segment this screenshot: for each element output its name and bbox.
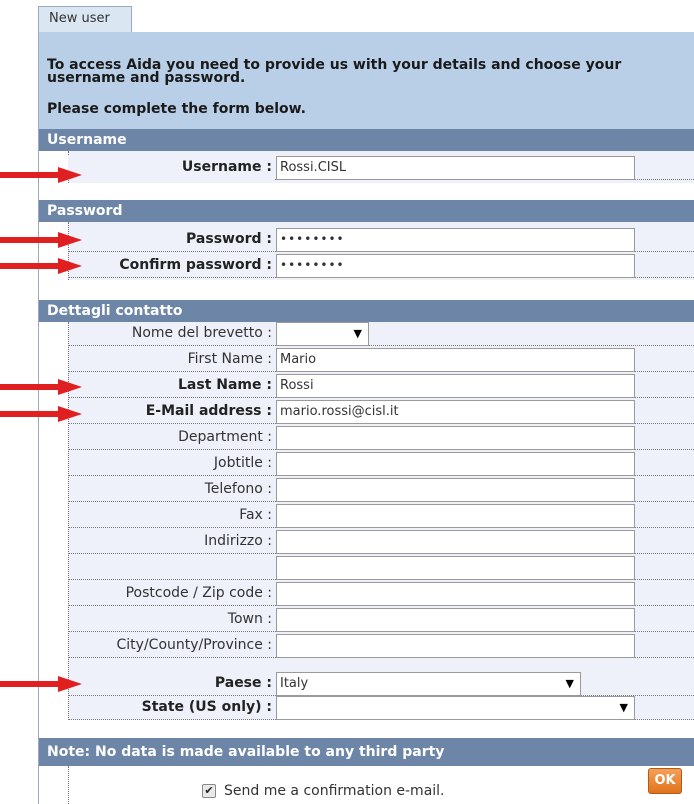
postcode-label: Postcode / Zip code :: [125, 585, 272, 601]
indirizzo-row: Indirizzo :: [68, 530, 694, 554]
arrow-icon: [0, 379, 82, 395]
fax-label: Fax :: [239, 507, 272, 523]
paese-label: Paese :: [214, 675, 272, 691]
arrow-icon: [0, 232, 82, 248]
postcode-row: Postcode / Zip code :: [68, 582, 694, 606]
confirm-password-row: Confirm password : ••••••••: [68, 254, 694, 278]
chevron-down-icon: ▼: [619, 701, 628, 714]
city-input[interactable]: [276, 634, 635, 658]
town-row: Town :: [68, 608, 694, 632]
state-row: State (US only) : ▼: [68, 696, 694, 720]
fax-row: Fax :: [68, 504, 694, 528]
jobtitle-row: Jobtitle :: [68, 452, 694, 476]
email-label: E-Mail address :: [145, 403, 272, 419]
password-input[interactable]: ••••••••: [276, 228, 635, 252]
paese-row: Paese : Italy ▼: [68, 672, 694, 696]
arrow-icon: [0, 406, 82, 422]
username-row: Username : Rossi.CISL: [68, 156, 694, 180]
email-row: E-Mail address : mario.rossi@cisl.it: [68, 400, 694, 424]
username-input[interactable]: Rossi.CISL: [276, 156, 635, 180]
password-label: Password :: [186, 231, 272, 247]
intro-line-2: username and password.: [47, 70, 246, 86]
chevron-down-icon: ▼: [565, 677, 574, 690]
section-header-username: Username: [39, 129, 694, 151]
indirizzo-input[interactable]: [276, 530, 635, 554]
section-header-contact: Dettagli contatto: [39, 300, 694, 322]
state-label: State (US only) :: [141, 699, 272, 715]
indirizzo2-row: [68, 556, 694, 580]
postcode-input[interactable]: [276, 582, 635, 606]
nome-brevetto-select[interactable]: ▼: [276, 322, 369, 346]
first-name-input[interactable]: Mario: [276, 348, 635, 372]
last-name-input[interactable]: Rossi: [276, 374, 635, 398]
nome-brevetto-row: Nome del brevetto : ▼: [68, 322, 694, 346]
jobtitle-label: Jobtitle :: [213, 455, 272, 471]
last-name-label: Last Name :: [178, 377, 272, 393]
tab-label: New user: [49, 11, 110, 26]
tab-new-user[interactable]: New user: [38, 6, 132, 32]
chevron-down-icon: ▼: [353, 327, 362, 340]
department-row: Department :: [68, 426, 694, 450]
confirm-password-label: Confirm password :: [119, 257, 272, 273]
confirm-password-input[interactable]: ••••••••: [276, 254, 635, 278]
town-input[interactable]: [276, 608, 635, 632]
first-name-label: First Name :: [187, 351, 272, 367]
telefono-label: Telefono :: [204, 481, 272, 497]
jobtitle-input[interactable]: [276, 452, 635, 476]
confirmation-email-label: Send me a confirmation e-mail.: [224, 783, 445, 799]
city-row: City/County/Province :: [68, 634, 694, 658]
email-field[interactable]: mario.rossi@cisl.it: [276, 400, 635, 424]
department-input[interactable]: [276, 426, 635, 450]
indirizzo2-input[interactable]: [276, 556, 635, 580]
last-name-row: Last Name : Rossi: [68, 374, 694, 398]
username-label: Username :: [181, 159, 272, 175]
indirizzo-label: Indirizzo :: [204, 533, 272, 549]
fax-input[interactable]: [276, 504, 635, 528]
city-label: City/County/Province :: [116, 637, 272, 653]
nome-brevetto-label: Nome del brevetto :: [131, 325, 272, 341]
password-row: Password : ••••••••: [68, 228, 694, 252]
arrow-icon: [0, 167, 82, 183]
first-name-row: First Name : Mario: [68, 348, 694, 372]
paese-select[interactable]: Italy ▼: [276, 672, 581, 696]
telefono-row: Telefono :: [68, 478, 694, 502]
intro-box: To access Aida you need to provide us wi…: [39, 32, 694, 129]
ok-button[interactable]: OK: [648, 768, 682, 794]
confirmation-email-checkbox[interactable]: ✔: [202, 784, 216, 798]
town-label: Town :: [227, 611, 272, 627]
telefono-input[interactable]: [276, 478, 635, 502]
privacy-note: Note: No data is made available to any t…: [39, 738, 694, 766]
section-header-password: Password: [39, 200, 694, 222]
arrow-icon: [0, 258, 82, 274]
department-label: Department :: [178, 429, 272, 445]
submit-area: ✔ Send me a confirmation e-mail. OK: [68, 766, 694, 804]
intro-instruction: Please complete the form below.: [47, 101, 306, 117]
state-select[interactable]: ▼: [276, 696, 635, 720]
arrow-icon: [0, 676, 82, 692]
